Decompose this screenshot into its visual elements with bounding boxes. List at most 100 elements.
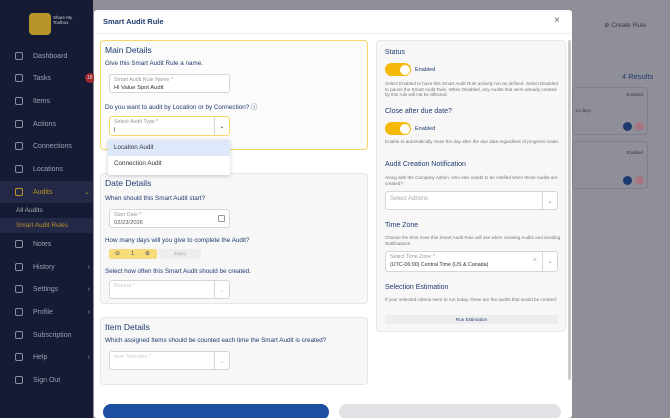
sidebar-item-settings[interactable]: Settings › bbox=[0, 278, 93, 300]
section-heading: Main Details bbox=[105, 45, 152, 55]
modal-title: Smart Audit Rule bbox=[103, 17, 164, 26]
field-value: | bbox=[114, 127, 116, 133]
close-after-toggle[interactable] bbox=[385, 122, 411, 135]
delete-icon[interactable] bbox=[635, 122, 644, 131]
chevron-down-icon[interactable]: ⌄ bbox=[542, 192, 557, 209]
status: Enabled bbox=[626, 92, 643, 97]
scrollbar[interactable] bbox=[568, 40, 571, 380]
profile-icon bbox=[15, 308, 23, 316]
start-date-input[interactable]: Start Date * 02/23/2026 bbox=[109, 209, 230, 228]
toggle-knob bbox=[399, 64, 410, 75]
question: Select how often this Smart Audit should… bbox=[105, 268, 251, 275]
logo bbox=[29, 13, 51, 35]
question: Do you want to audit by Location or by C… bbox=[105, 102, 257, 111]
days-stepper[interactable]: ⊖ 1 ⊕ bbox=[109, 249, 157, 259]
edit-icon[interactable] bbox=[623, 122, 632, 131]
label: Notes bbox=[33, 240, 52, 248]
toggle-label: Enabled bbox=[415, 126, 436, 132]
dashboard-icon bbox=[15, 52, 23, 60]
chevron-right-icon: › bbox=[87, 308, 90, 316]
calendar-icon[interactable] bbox=[218, 215, 225, 222]
sidebar-item-profile[interactable]: Profile › bbox=[0, 301, 93, 323]
section-heading: Audit Creation Notification bbox=[385, 161, 466, 168]
option-connection-audit[interactable]: Connection Audit bbox=[108, 156, 230, 172]
sidebar-item-sign-out[interactable]: Sign Out bbox=[0, 369, 93, 391]
sidebar-item-help[interactable]: Help › bbox=[0, 346, 93, 368]
sidebar-sub-all-audits[interactable]: All Audits bbox=[0, 203, 93, 218]
chevron-down-icon[interactable]: ⌄ bbox=[214, 352, 229, 369]
field-label: Start Date * bbox=[114, 212, 142, 218]
time-zone-select[interactable]: Select Time Zone * (UTC-06:00) Central T… bbox=[385, 251, 558, 272]
days-value[interactable]: 1 bbox=[131, 251, 134, 257]
sidebar-item-connections[interactable]: Connections bbox=[0, 135, 93, 157]
field-label: Item Selection * bbox=[114, 354, 152, 360]
question: When should this Smart Audit start? bbox=[105, 195, 206, 202]
label: Actions bbox=[33, 120, 56, 128]
location-icon bbox=[15, 165, 23, 173]
question: Give this Smart Audit Rule a name. bbox=[105, 60, 203, 67]
sidebar-item-dashboard[interactable]: Dashboard bbox=[0, 45, 93, 67]
run-estimation-button[interactable]: Run Estimation bbox=[385, 315, 558, 324]
connections-icon bbox=[15, 142, 23, 150]
save-button[interactable] bbox=[103, 404, 329, 418]
label: History bbox=[33, 263, 55, 271]
sidebar: Share My Toolbox Dashboard Tasks 18 Item… bbox=[0, 0, 95, 418]
label: Connections bbox=[33, 142, 72, 150]
sidebar-item-notes[interactable]: Notes bbox=[0, 233, 93, 255]
info-icon[interactable]: ⓘ bbox=[251, 104, 257, 111]
sidebar-item-subscription[interactable]: Subscription bbox=[0, 324, 93, 346]
main-details-card: Main Details Give this Smart Audit Rule … bbox=[100, 40, 368, 150]
chevron-down-icon: ⌄ bbox=[84, 189, 90, 196]
field-value: (UTC-06:00) Central Time (US & Canada) bbox=[390, 262, 489, 268]
minus-icon[interactable]: ⊖ bbox=[115, 250, 120, 257]
field-label: Select Time Zone * bbox=[390, 254, 435, 260]
item-selection-select[interactable]: Item Selection * ⌄ bbox=[109, 351, 230, 370]
field-label: Select Audit Type * bbox=[114, 119, 159, 125]
audit-type-select[interactable]: Select Audit Type * | ⌄ bbox=[109, 116, 230, 136]
repeat-select[interactable]: Repeat * ⌄ bbox=[109, 280, 230, 299]
chevron-right-icon: › bbox=[87, 285, 90, 293]
sidebar-item-tasks[interactable]: Tasks bbox=[0, 67, 93, 89]
option-location-audit[interactable]: Location Audit bbox=[108, 140, 230, 156]
chevron-down-icon[interactable]: ⌄ bbox=[214, 117, 229, 135]
placeholder: Select Admins bbox=[390, 196, 429, 202]
label: Subscription bbox=[33, 331, 72, 339]
label: Sign Out bbox=[33, 376, 61, 384]
field-label: Smart Audit Rule Name * bbox=[114, 77, 173, 83]
label: Settings bbox=[33, 285, 59, 293]
sidebar-item-locations[interactable]: Locations bbox=[0, 158, 93, 180]
sidebar-sub-smart-audit-rules[interactable]: Smart Audit Rules bbox=[0, 218, 93, 233]
status-toggle[interactable] bbox=[385, 63, 411, 76]
toggle-label: Enabled bbox=[415, 67, 436, 73]
cancel-button[interactable] bbox=[339, 404, 561, 418]
audit-type-dropdown: Location Audit Connection Audit bbox=[108, 140, 230, 175]
sidebar-item-history[interactable]: History › bbox=[0, 256, 93, 278]
label: Dashboard bbox=[33, 52, 68, 60]
chevron-right-icon: › bbox=[87, 263, 90, 271]
rule-name-input[interactable]: Smart Audit Rule Name * Hi Value Spot Au… bbox=[109, 74, 230, 93]
question: How many days will you give to complete … bbox=[105, 237, 250, 244]
field-value: 02/23/2026 bbox=[114, 220, 144, 226]
chevron-down-icon[interactable]: ⌄ bbox=[542, 252, 557, 271]
close-icon[interactable]: × bbox=[554, 15, 560, 26]
section-heading: Selection Estimation bbox=[385, 284, 449, 291]
days-unit: day(s) bbox=[159, 249, 201, 259]
sidebar-item-actions[interactable]: Actions bbox=[0, 113, 93, 135]
delete-icon[interactable] bbox=[635, 176, 644, 185]
clear-icon[interactable]: × bbox=[533, 257, 537, 264]
chevron-down-icon[interactable]: ⌄ bbox=[214, 281, 229, 298]
create-rule-button[interactable]: ⊕ Create Rule bbox=[604, 21, 646, 29]
notes-icon bbox=[15, 240, 23, 248]
label: Items bbox=[33, 97, 51, 105]
modal-header: Smart Audit Rule × bbox=[94, 10, 572, 34]
logo-text: Share My Toolbox bbox=[53, 15, 73, 25]
edit-icon[interactable] bbox=[623, 176, 632, 185]
select-admins[interactable]: Select Admins ⌄ bbox=[385, 191, 558, 210]
date-details-card: Date Details When should this Smart Audi… bbox=[100, 173, 368, 304]
sidebar-item-audits[interactable]: Audits ⌄ bbox=[0, 181, 93, 203]
plus-icon[interactable]: ⊕ bbox=[145, 250, 150, 257]
label: Audits bbox=[33, 188, 53, 196]
history-icon bbox=[15, 263, 23, 271]
sidebar-item-items[interactable]: Items bbox=[0, 90, 93, 112]
section-heading: Close after due date? bbox=[385, 108, 452, 115]
